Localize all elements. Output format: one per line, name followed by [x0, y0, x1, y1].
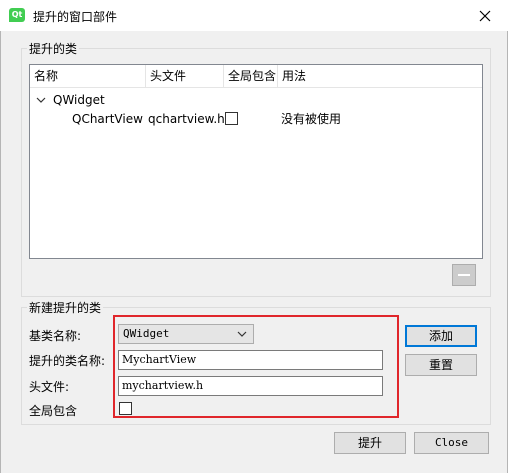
global-include-cell-checkbox[interactable] [225, 112, 238, 125]
column-header-global-include[interactable]: 全局包含 [224, 65, 278, 87]
promoted-widgets-dialog: Qt 提升的窗口部件 提升的类 名称 头文件 全局包含 用法 QWidget Q… [0, 0, 508, 473]
minus-icon [458, 274, 470, 276]
global-include-label: 全局包含 [29, 404, 78, 418]
promoted-classes-group-title: 提升的类 [27, 40, 80, 57]
class-name-cell: QChartView [72, 112, 143, 126]
tree-item-label: QWidget [53, 93, 105, 107]
class-name-label: 提升的类名称: [29, 354, 106, 368]
class-name-input[interactable]: MychartView [118, 350, 383, 370]
promoted-classes-tree[interactable]: 名称 头文件 全局包含 用法 QWidget QChartView qchart… [29, 64, 483, 259]
header-file-input[interactable]: mychartview.h [118, 376, 383, 396]
chevron-down-icon[interactable] [36, 95, 46, 105]
column-header-usage[interactable]: 用法 [278, 65, 482, 87]
column-header-header-file[interactable]: 头文件 [146, 65, 224, 87]
add-button[interactable]: 添加 [405, 325, 477, 347]
promote-button[interactable]: 提升 [334, 432, 406, 454]
window-close-button[interactable] [462, 0, 508, 31]
base-class-value: QWidget [123, 327, 170, 340]
chevron-down-icon [237, 331, 247, 337]
reset-button[interactable]: 重置 [405, 354, 477, 376]
tree-header: 名称 头文件 全局包含 用法 [30, 65, 482, 88]
global-include-checkbox[interactable] [119, 402, 132, 415]
new-promoted-class-group-title: 新建提升的类 [27, 299, 104, 316]
remove-button[interactable] [452, 264, 476, 286]
base-class-label: 基类名称: [29, 329, 82, 343]
qt-app-icon: Qt [9, 8, 25, 22]
window-frame-left [0, 31, 1, 473]
close-button[interactable]: Close [414, 432, 489, 454]
tree-row-qchartview[interactable]: QChartView qchartview.h 没有被使用 [30, 110, 480, 128]
close-icon [479, 10, 491, 21]
usage-cell: 没有被使用 [281, 112, 342, 126]
column-header-name[interactable]: 名称 [30, 65, 146, 87]
base-class-combobox[interactable]: QWidget [118, 324, 254, 344]
header-file-label: 头文件: [29, 380, 70, 394]
window-title: 提升的窗口部件 [33, 10, 118, 24]
title-bar: Qt 提升的窗口部件 [0, 0, 508, 31]
header-file-cell: qchartview.h [148, 112, 225, 126]
